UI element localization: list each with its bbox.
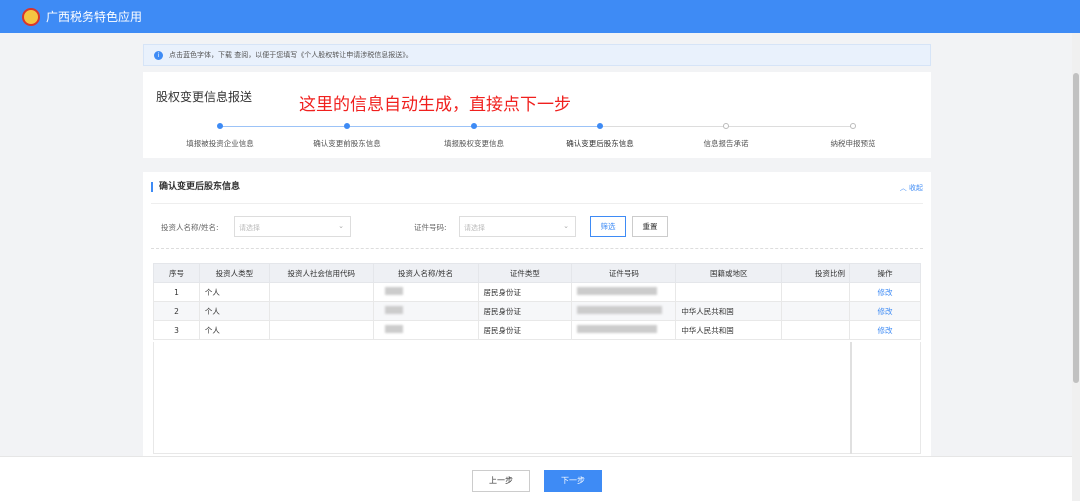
app-header: 广西税务特色应用 [0,0,1080,33]
step-label: 填报股权变更信息 [444,139,504,148]
placeholder: 请选择 [239,224,260,232]
col-header: 投资人社会信用代码 [268,263,374,283]
chevron-up-icon: ︿ [899,184,909,192]
col-header: 投资比例 [781,263,851,283]
shareholder-card: 确认变更后股东信息 ︿ 收起 投资人名称/姓名: 请选择 ⌄ 证件号码: 请选择 ⌄… [143,172,931,462]
col-header: 证件类型 [477,263,573,283]
step-1: 填报被投资企业信息 [155,122,285,149]
tax-emblem-icon [22,7,40,26]
col-header: 操作 [849,263,921,283]
collapse-label: 收起 [909,184,923,192]
page-title: 股权变更信息报送 [156,90,253,104]
cell-no: 1 [153,282,200,302]
info-icon: i [154,50,163,60]
scrollbar-thumb[interactable] [1073,73,1079,383]
col-header: 证件号码 [571,263,677,283]
cell-type: 个人 [198,320,270,340]
id-select[interactable]: 请选择 ⌄ [459,216,576,237]
step-dot [217,123,223,129]
step-label: 填报被投资企业信息 [186,139,254,148]
edit-link[interactable]: 修改 [849,282,921,302]
next-step-button[interactable]: 下一步 [544,470,602,492]
col-header: 投资人类型 [198,263,270,283]
step-dot [850,123,856,129]
collapse-button[interactable]: ︿ 收起 [900,183,923,193]
step-dot [471,123,477,129]
table-row: 3 个人 居民身份证 中华人民共和国 修改 [153,320,921,340]
cell-credit [268,282,374,302]
table-row: 1 个人 居民身份证 修改 [153,282,921,302]
cell-credit [268,301,374,321]
cell-ratio [781,282,851,302]
cell-no: 2 [153,301,200,321]
annotation-text: 这里的信息自动生成，直接点下一步 [299,95,571,115]
edit-link[interactable]: 修改 [849,301,921,321]
step-dot [597,123,603,129]
col-header: 序号 [153,263,200,283]
app-title: 广西税务特色应用 [46,10,143,24]
reset-button[interactable]: 重置 [632,216,668,237]
chevron-down-icon: ⌄ [563,222,569,230]
chevron-down-icon: ⌄ [338,222,344,230]
cell-id [571,320,677,340]
section-title: 确认变更后股东信息 [151,182,240,192]
footer-bar: 上一步 下一步 [0,456,1072,501]
cell-no: 3 [153,320,200,340]
step-label: 确认变更后股东信息 [566,139,634,148]
cell-doc-type: 居民身份证 [477,282,573,302]
step-dot [344,123,350,129]
name-filter-label: 投资人名称/姓名: [161,223,219,232]
cell-country [675,282,783,302]
step-dot [723,123,729,129]
cell-id [571,301,677,321]
step-label: 信息报告承诺 [703,139,749,148]
col-header: 国籍或地区 [675,263,783,283]
name-select[interactable]: 请选择 ⌄ [234,216,351,237]
cell-name [372,320,479,340]
step-label: 确认变更前股东信息 [313,139,381,148]
cell-ratio [781,320,851,340]
step-5: 信息报告承诺 [661,122,791,149]
cell-name [372,282,479,302]
cell-name [372,301,479,321]
step-2: 确认变更前股东信息 [282,122,412,149]
cell-id [571,282,677,302]
progress-card: 股权变更信息报送 这里的信息自动生成，直接点下一步 填报被投资企业信息 确认变更… [143,72,931,158]
cell-type: 个人 [198,282,270,302]
prev-step-button[interactable]: 上一步 [472,470,530,492]
placeholder: 请选择 [464,224,485,232]
step-label: 纳税申报预览 [830,139,876,148]
cell-doc-type: 居民身份证 [477,320,573,340]
id-filter-label: 证件号码: [414,223,447,232]
cell-type: 个人 [198,301,270,321]
shareholder-table: 序号 投资人类型 投资人社会信用代码 投资人名称/姓名 证件类型 证件号码 国籍… [153,263,921,340]
page-scrollbar[interactable] [1072,33,1080,501]
col-header: 投资人名称/姓名 [372,263,479,283]
table-row: 2 个人 居民身份证 中华人民共和国 修改 [153,301,921,321]
cell-doc-type: 居民身份证 [477,301,573,321]
notice-banner: i 点击蓝色字体，下载 查阅，以便于您填写《个人股权转让申请涉税信息报送》。 [143,44,931,66]
step-4: 确认变更后股东信息 [535,122,665,149]
step-indicator: 填报被投资企业信息 确认变更前股东信息 填报股权变更信息 确认变更后股东信息 信… [143,122,931,152]
cell-credit [268,320,374,340]
notice-text: 点击蓝色字体，下载 查阅，以便于您填写《个人股权转让申请涉税信息报送》。 [169,51,413,59]
edit-link[interactable]: 修改 [849,320,921,340]
filter-button[interactable]: 筛选 [590,216,626,237]
cell-country: 中华人民共和国 [675,301,783,321]
cell-ratio [781,301,851,321]
cell-country: 中华人民共和国 [675,320,783,340]
step-6: 纳税申报预览 [788,122,918,149]
step-3: 填报股权变更信息 [409,122,539,149]
